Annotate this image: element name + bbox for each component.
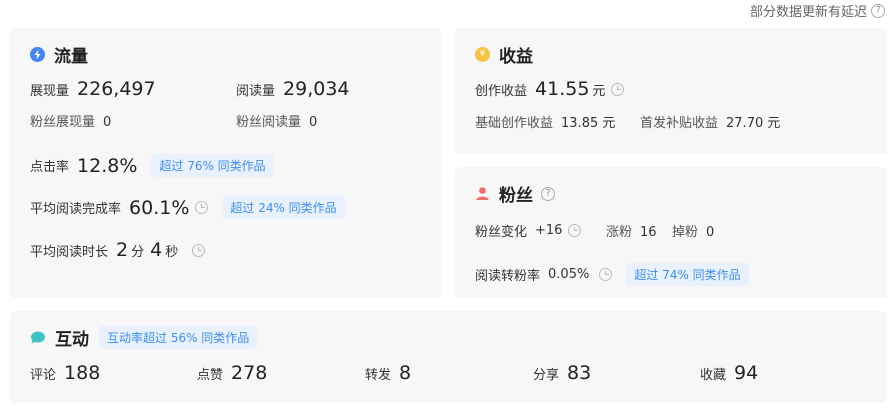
creation-income-label: 创作收益 xyxy=(475,83,528,99)
reposts-value: 8 xyxy=(399,362,412,384)
shares-value: 83 xyxy=(567,362,592,384)
first-income-value: 27.70 元 xyxy=(726,116,781,131)
shares-metric: 分享 83 xyxy=(533,362,591,384)
interaction-badge: 互动率超过 56% 同类作品 xyxy=(99,326,258,349)
comments-label: 评论 xyxy=(30,368,57,383)
fans-conversion-badge: 超过 74% 同类作品 xyxy=(626,263,749,286)
fans-conversion-label: 阅读转粉率 xyxy=(475,269,541,284)
duration-seconds: 4 xyxy=(150,239,163,261)
fans-title: 粉丝 ? xyxy=(475,181,555,206)
ctr-value: 12.8% xyxy=(77,154,138,177)
completion-value: 60.1% xyxy=(129,196,190,219)
data-delay-notice: 部分数据更新有延迟 ? xyxy=(750,1,885,20)
fan-reads-label: 粉丝阅读量 xyxy=(236,115,302,130)
help-icon[interactable]: ? xyxy=(541,186,555,201)
fans-gain-value: 16 xyxy=(640,225,657,240)
interaction-card: 互动 互动率超过 56% 同类作品 评论 188 点赞 278 转发 8 分享 … xyxy=(10,311,887,403)
coin-icon: ¥ xyxy=(475,47,490,62)
completion-badge: 超过 24% 同类作品 xyxy=(222,196,345,219)
clock-icon[interactable] xyxy=(192,243,206,257)
clock-icon[interactable] xyxy=(599,268,613,281)
shares-label: 分享 xyxy=(533,368,560,383)
fans-change-label: 粉丝变化 xyxy=(475,225,528,240)
comments-metric: 评论 188 xyxy=(30,362,100,384)
duration-minutes: 2 xyxy=(116,239,129,261)
minutes-unit: 分 xyxy=(131,244,145,260)
reads-label: 阅读量 xyxy=(236,84,276,99)
help-icon[interactable]: ? xyxy=(871,3,885,18)
comments-value: 188 xyxy=(64,362,101,384)
favorites-value: 94 xyxy=(734,362,759,384)
fans-loss-label: 掉粉 xyxy=(672,225,699,240)
clock-icon[interactable] xyxy=(195,201,209,214)
chat-bubble-icon xyxy=(30,330,46,345)
reads-metric: 阅读量 29,034 xyxy=(236,78,350,100)
impressions-label: 展现量 xyxy=(30,84,70,99)
fans-card: 粉丝 ? 粉丝变化 +16 涨粉 16 掉粉 0 阅读转粉率 0.05% 超过 … xyxy=(455,167,887,298)
person-icon xyxy=(475,186,490,201)
income-card: ¥ 收益 创作收益 41.55 元 基础创作收益 13.85 元 首发补贴收益 … xyxy=(455,28,887,154)
traffic-title: 流量 xyxy=(30,42,88,67)
traffic-title-text: 流量 xyxy=(54,47,88,67)
interaction-title-text: 互动 xyxy=(55,330,89,350)
ctr-metric: 点击率 12.8% 超过 76% 同类作品 xyxy=(30,154,274,177)
income-title-text: 收益 xyxy=(499,47,533,67)
likes-label: 点赞 xyxy=(197,368,224,383)
likes-metric: 点赞 278 xyxy=(197,362,267,384)
fan-reads-metric: 粉丝阅读量 0 xyxy=(236,111,317,130)
fans-gain-metric: 涨粉 16 xyxy=(606,221,657,240)
impressions-metric: 展现量 226,497 xyxy=(30,78,156,100)
fan-impressions-label: 粉丝展现量 xyxy=(30,115,96,130)
fans-gain-label: 涨粉 xyxy=(606,225,633,240)
notice-text: 部分数据更新有延迟 xyxy=(749,5,867,20)
completion-label: 平均阅读完成率 xyxy=(30,202,122,217)
completion-metric: 平均阅读完成率 60.1% 超过 24% 同类作品 xyxy=(30,196,345,219)
lightning-icon xyxy=(30,47,45,62)
creation-income-value: 41.55 xyxy=(535,78,590,100)
ctr-label: 点击率 xyxy=(30,160,70,175)
interaction-title: 互动 互动率超过 56% 同类作品 xyxy=(30,325,258,350)
traffic-card: 流量 展现量 226,497 阅读量 29,034 粉丝展现量 0 粉丝阅读量 … xyxy=(10,28,442,298)
fan-impressions-metric: 粉丝展现量 0 xyxy=(30,111,111,130)
likes-value: 278 xyxy=(231,362,268,384)
clock-icon[interactable] xyxy=(568,224,582,237)
currency-unit: 元 xyxy=(592,83,606,99)
fans-change-value: +16 xyxy=(535,223,563,238)
duration-metric: 平均阅读时长 2 分 4 秒 xyxy=(30,239,206,261)
reposts-label: 转发 xyxy=(365,368,392,383)
creation-income-metric: 创作收益 41.55 元 xyxy=(475,78,625,100)
reads-value: 29,034 xyxy=(283,78,350,100)
seconds-unit: 秒 xyxy=(165,244,179,260)
fans-title-text: 粉丝 xyxy=(499,186,533,206)
fan-impressions-value: 0 xyxy=(103,115,112,130)
first-income-metric: 首发补贴收益 27.70 元 xyxy=(640,112,780,131)
income-title: ¥ 收益 xyxy=(475,42,533,67)
fans-conversion-metric: 阅读转粉率 0.05% 超过 74% 同类作品 xyxy=(475,263,749,286)
reposts-metric: 转发 8 xyxy=(365,362,411,384)
fans-loss-value: 0 xyxy=(706,225,715,240)
clock-icon[interactable] xyxy=(611,82,625,96)
fans-change-metric: 粉丝变化 +16 xyxy=(475,221,582,240)
favorites-label: 收藏 xyxy=(700,368,727,383)
fans-loss-metric: 掉粉 0 xyxy=(672,221,714,240)
basic-income-metric: 基础创作收益 13.85 元 xyxy=(475,112,615,131)
basic-income-label: 基础创作收益 xyxy=(475,116,554,131)
duration-label: 平均阅读时长 xyxy=(30,244,109,260)
fans-conversion-value: 0.05% xyxy=(548,267,590,282)
fan-reads-value: 0 xyxy=(309,115,318,130)
basic-income-value: 13.85 元 xyxy=(561,116,616,131)
impressions-value: 226,497 xyxy=(77,78,156,100)
favorites-metric: 收藏 94 xyxy=(700,362,758,384)
ctr-badge: 超过 76% 同类作品 xyxy=(151,154,274,177)
first-income-label: 首发补贴收益 xyxy=(640,116,719,131)
